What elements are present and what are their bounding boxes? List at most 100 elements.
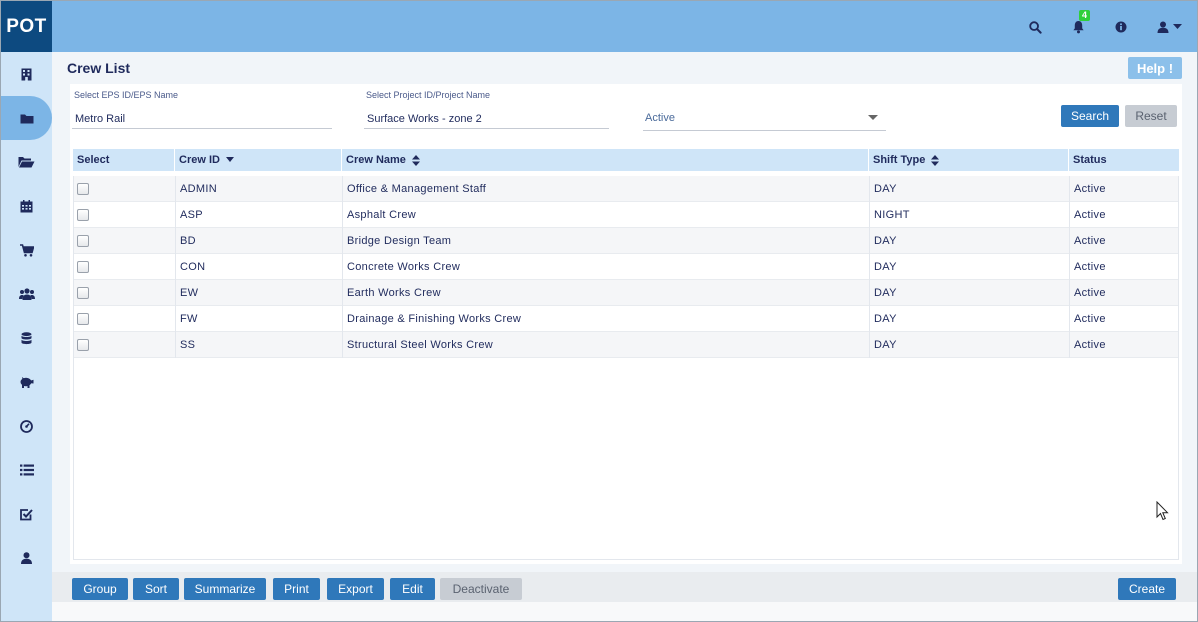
cart-icon [19, 243, 34, 257]
sidebar-item-resources[interactable] [1, 272, 52, 316]
sidebar-item-tasks[interactable] [1, 492, 52, 536]
row-select-cell [74, 254, 175, 280]
check-square-icon [20, 508, 33, 520]
status-cell: Active [1069, 202, 1178, 228]
shift-type-cell: NIGHT [869, 202, 1069, 228]
crew-id-cell: CON [175, 254, 342, 280]
table-row[interactable]: BD Bridge Design Team DAY Active [74, 228, 1178, 254]
database-icon [21, 331, 32, 344]
list-icon [19, 464, 34, 476]
header-status: Status [1068, 149, 1177, 171]
crew-name-cell: Drainage & Finishing Works Crew [342, 306, 869, 332]
sidebar-item-database[interactable] [1, 316, 52, 360]
building-icon [21, 68, 32, 80]
row-select-cell [74, 332, 175, 358]
header-shift-type[interactable]: Shift Type [868, 149, 1068, 171]
crew-id-cell: ADMIN [175, 176, 342, 202]
sidebar-item-users[interactable] [1, 536, 52, 580]
group-button[interactable]: Group [72, 578, 128, 600]
status-select[interactable]: Active [643, 105, 886, 131]
chevron-down-icon [1172, 24, 1182, 29]
row-checkbox[interactable] [77, 261, 89, 273]
app-window: POT 4 Crew List Help ! Select EPS ID/EPS… [0, 0, 1198, 622]
sidebar-item-eps[interactable] [1, 52, 52, 96]
table-row[interactable]: SS Structural Steel Works Crew DAY Activ… [74, 332, 1178, 358]
eps-field-label: Select EPS ID/EPS Name [74, 90, 179, 100]
mouse-cursor-icon [1156, 501, 1169, 521]
row-checkbox[interactable] [77, 313, 89, 325]
shift-type-cell: DAY [869, 228, 1069, 254]
table-header: Select Crew ID Crew Name Shift Type Stat… [73, 149, 1179, 171]
row-select-cell [74, 280, 175, 306]
crew-id-cell: FW [175, 306, 342, 332]
sidebar-item-calendar[interactable] [1, 184, 52, 228]
sort-button[interactable]: Sort [133, 578, 179, 600]
app-logo[interactable]: POT [1, 1, 52, 52]
sidebar-item-dashboard[interactable] [1, 404, 52, 448]
row-checkbox[interactable] [77, 183, 89, 195]
info-icon[interactable] [1110, 16, 1132, 38]
row-checkbox[interactable] [77, 287, 89, 299]
sidebar-item-procurement[interactable] [1, 228, 52, 272]
header-shift-type-label: Shift Type [873, 154, 926, 166]
table-row[interactable]: CON Concrete Works Crew DAY Active [74, 254, 1178, 280]
create-button[interactable]: Create [1118, 578, 1176, 600]
row-checkbox[interactable] [77, 235, 89, 247]
search-button[interactable]: Search [1061, 105, 1119, 127]
crew-name-cell: Office & Management Staff [342, 176, 869, 202]
sort-desc-icon [226, 157, 235, 163]
shift-type-cell: DAY [869, 176, 1069, 202]
piggy-bank-icon [20, 377, 34, 388]
dashboard-icon [20, 419, 33, 433]
export-button[interactable]: Export [327, 578, 384, 600]
header-crew-name-label: Crew Name [346, 154, 406, 166]
table-row[interactable]: ADMIN Office & Management Staff DAY Acti… [74, 176, 1178, 202]
header-crew-name[interactable]: Crew Name [341, 149, 868, 171]
row-select-cell [74, 306, 175, 332]
users-icon [18, 288, 35, 300]
deactivate-button[interactable]: Deactivate [440, 578, 522, 600]
page-title: Crew List [67, 60, 131, 76]
folder-open-icon [18, 157, 35, 168]
caret-down-icon [868, 115, 878, 120]
reset-button[interactable]: Reset [1125, 105, 1177, 127]
edit-button[interactable]: Edit [390, 578, 435, 600]
row-select-cell [74, 176, 175, 202]
notification-badge: 4 [1079, 10, 1090, 21]
crew-name-cell: Asphalt Crew [342, 202, 869, 228]
crew-name-cell: Earth Works Crew [342, 280, 869, 306]
status-cell: Active [1069, 254, 1178, 280]
row-checkbox[interactable] [77, 209, 89, 221]
eps-input[interactable] [72, 109, 332, 129]
sidebar-item-projects[interactable] [1, 96, 52, 140]
header-crew-id[interactable]: Crew ID [174, 149, 341, 171]
project-input[interactable] [364, 109, 609, 129]
sidebar-item-budget[interactable] [1, 360, 52, 404]
status-select-value: Active [645, 111, 675, 124]
sidebar-item-open-projects[interactable] [1, 140, 52, 184]
crew-id-cell: SS [175, 332, 342, 358]
bell-icon[interactable]: 4 [1067, 10, 1090, 38]
search-icon[interactable] [1024, 16, 1046, 38]
status-cell: Active [1069, 176, 1178, 202]
table-row[interactable]: ASP Asphalt Crew NIGHT Active [74, 202, 1178, 228]
status-cell: Active [1069, 306, 1178, 332]
crew-id-cell: BD [175, 228, 342, 254]
sort-icon [411, 154, 420, 166]
shift-type-cell: DAY [869, 280, 1069, 306]
user-menu[interactable] [1152, 16, 1186, 38]
table-row[interactable]: FW Drainage & Finishing Works Crew DAY A… [74, 306, 1178, 332]
folder-icon [20, 114, 33, 123]
print-button[interactable]: Print [273, 578, 320, 600]
header-select: Select [77, 154, 110, 166]
user-icon [1157, 21, 1168, 33]
sidebar-item-list[interactable] [1, 448, 52, 492]
project-field-label: Select Project ID/Project Name [366, 90, 491, 100]
table-row[interactable]: EW Earth Works Crew DAY Active [74, 280, 1178, 306]
row-select-cell [74, 202, 175, 228]
summarize-button[interactable]: Summarize [184, 578, 266, 600]
row-checkbox[interactable] [77, 339, 89, 351]
user-icon [21, 552, 32, 564]
top-bar: 4 [52, 1, 1197, 52]
help-button[interactable]: Help ! [1128, 57, 1182, 79]
